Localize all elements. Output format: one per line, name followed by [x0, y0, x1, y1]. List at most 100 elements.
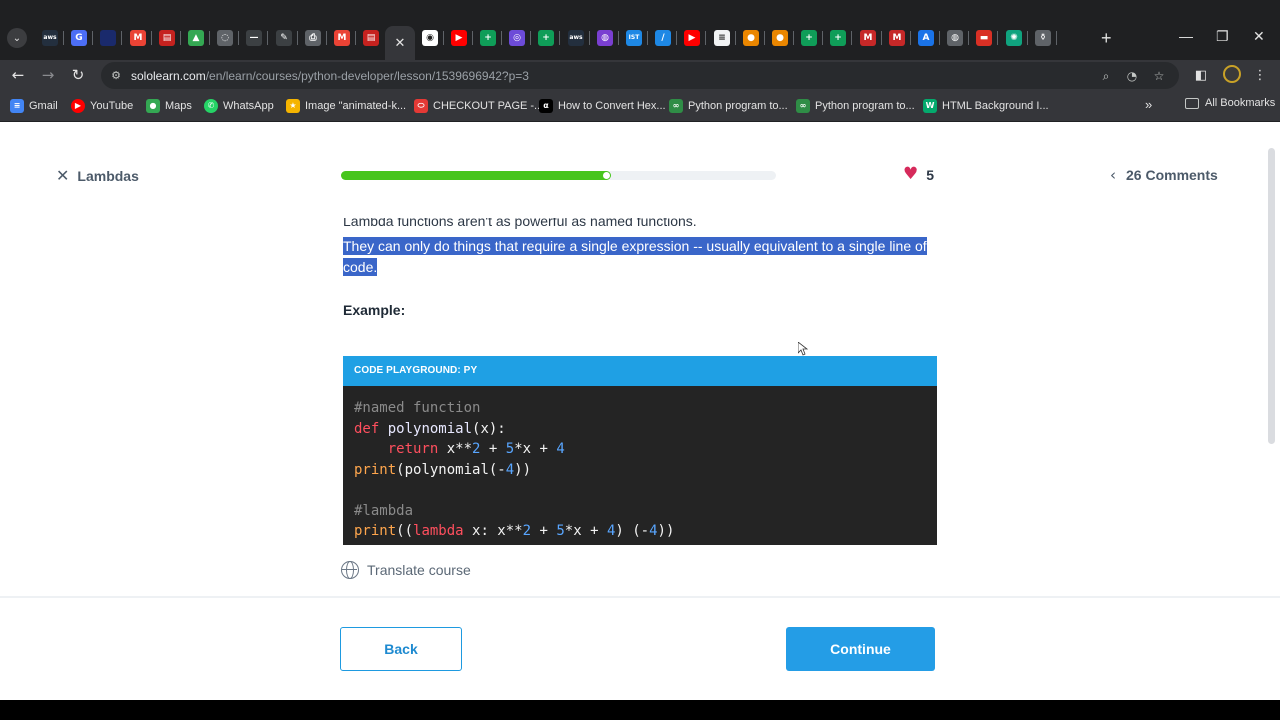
browser-tab[interactable]: ◍ — [941, 26, 969, 50]
more-bookmarks-button[interactable]: » — [1145, 97, 1152, 112]
browser-tab[interactable]: G — [65, 26, 93, 50]
g-circle-icon: G — [71, 30, 87, 46]
browser-tab[interactable]: aws — [562, 26, 590, 50]
compass-icon: ◌ — [217, 30, 233, 46]
continue-button[interactable]: Continue — [786, 627, 935, 671]
back-nav-button[interactable]: ← — [8, 65, 28, 85]
progress-knob — [603, 172, 610, 179]
tab-separator — [910, 31, 911, 45]
bookmark-star-icon[interactable]: ☆ — [1151, 68, 1167, 84]
browser-tab[interactable]: ▲ — [182, 26, 210, 50]
folder-icon — [1185, 97, 1199, 109]
new-tab-button[interactable]: + — [1101, 29, 1112, 47]
browser-tab[interactable]: A — [912, 26, 940, 50]
zoom-icon[interactable]: ⌕ — [1098, 68, 1114, 84]
code-text: + — [531, 523, 557, 539]
side-panel-icon[interactable]: ◧ — [1191, 65, 1211, 85]
double-chevron-icon: » — [1145, 97, 1153, 112]
browser-tab[interactable]: ◉ — [416, 26, 444, 50]
browser-tab[interactable]: + — [824, 26, 852, 50]
browser-tab[interactable]: ∕ — [649, 26, 677, 50]
code-text: *x + — [564, 523, 607, 539]
bookmark-item[interactable]: ● Maps — [146, 97, 192, 115]
performance-icon[interactable]: ◔ — [1124, 68, 1140, 84]
close-window-button[interactable]: ✕ — [1253, 28, 1265, 45]
browser-tab[interactable]: M — [854, 26, 882, 50]
browser-tab[interactable]: + — [532, 26, 560, 50]
minimize-button[interactable]: — — [1179, 28, 1193, 44]
browser-tab[interactable]: ⚱ — [1029, 26, 1057, 50]
back-button[interactable]: Back — [340, 627, 462, 671]
bookmark-item[interactable]: ∞ Python program to... — [669, 97, 788, 115]
browser-tab[interactable]: + — [795, 26, 823, 50]
maps-pin-icon: ● — [772, 30, 788, 46]
reload-button[interactable]: ↻ — [68, 65, 88, 85]
address-bar[interactable]: ⚙ sololearn.com/en/learn/courses/python-… — [101, 62, 1179, 89]
sololearn-icon: ◉ — [422, 30, 438, 46]
bookmark-item[interactable]: ★ Image "animated-k... — [286, 97, 406, 115]
tab-separator — [939, 31, 940, 45]
site-info-icon[interactable]: ⚙ — [109, 68, 123, 82]
code-block[interactable]: #named function def polynomial(x): retur… — [343, 386, 937, 542]
bookmark-item[interactable]: ▶ YouTube — [71, 97, 133, 115]
browser-tab[interactable]: + — [474, 26, 502, 50]
browser-tab[interactable]: IST — [620, 26, 648, 50]
browser-tab[interactable]: ◎ — [503, 26, 531, 50]
browser-tab[interactable]: ◍ — [591, 26, 619, 50]
browser-tab[interactable]: ▤ — [153, 26, 181, 50]
browser-tab[interactable]: ✎ — [270, 26, 298, 50]
browser-tab[interactable]: ◌ — [211, 26, 239, 50]
purple-shield-icon: ◍ — [597, 30, 613, 46]
code-playground[interactable]: CODE PLAYGROUND: PY #named function def … — [343, 356, 937, 545]
forward-nav-button[interactable]: → — [38, 65, 58, 85]
close-lesson-button[interactable]: ✕ Lambdas — [56, 166, 139, 185]
code-text: (x): — [472, 420, 506, 437]
page-scrollbar[interactable] — [1268, 148, 1275, 444]
bookmark-item[interactable]: ∞ Python program to... — [796, 97, 915, 115]
bookmark-item[interactable]: W HTML Background I... — [923, 97, 1049, 115]
bookmarks-bar: ≡ Gmail ▶ YouTube ● Maps ✆ WhatsApp ★ Image "anim… — [0, 90, 1280, 122]
browser-tab[interactable]: ● — [737, 26, 765, 50]
all-bookmarks-label: All Bookmarks — [1205, 97, 1276, 109]
hearts-counter[interactable]: ♥ 5 — [903, 166, 934, 183]
translate-course-button[interactable]: Translate course — [341, 561, 471, 579]
active-tab[interactable]: ✕ — [385, 26, 415, 60]
browser-tab[interactable]: ≡ — [708, 26, 736, 50]
browser-tab[interactable]: M — [328, 26, 356, 50]
bookmark-item[interactable]: ≡ Gmail — [10, 97, 58, 115]
browser-tab[interactable]: ▬ — [970, 26, 998, 50]
tab-search-button[interactable]: ⌄ — [7, 28, 27, 48]
all-bookmarks-button[interactable]: All Bookmarks — [1185, 97, 1275, 109]
m-red-icon: M — [889, 30, 905, 46]
profile-avatar[interactable] — [1223, 65, 1241, 83]
browser-tab[interactable]: ✺ — [1000, 26, 1028, 50]
sheets-icon: + — [801, 30, 817, 46]
browser-tab[interactable] — [94, 26, 122, 50]
tab-separator — [443, 31, 444, 45]
comments-button[interactable]: ‹ 26 Comments — [1110, 166, 1218, 184]
browser-tab[interactable]: ▶ — [445, 26, 473, 50]
code-text: *x + — [514, 441, 557, 457]
comments-label: 26 Comments — [1126, 167, 1218, 183]
tab-separator — [705, 31, 706, 45]
bookmark-item[interactable]: ⬭ CHECKOUT PAGE -... — [414, 97, 543, 115]
browser-tab[interactable]: — — [240, 26, 268, 50]
browser-tab[interactable]: M — [124, 26, 152, 50]
tab-separator — [822, 31, 823, 45]
browser-tab[interactable]: ▶ — [678, 26, 706, 50]
browser-tab[interactable]: ▤ — [357, 26, 385, 50]
browser-tab[interactable]: M — [883, 26, 911, 50]
sheets-icon: + — [830, 30, 846, 46]
whatsapp-icon: ✆ — [204, 99, 218, 113]
menu-kebab-icon[interactable]: ⋮ — [1250, 65, 1270, 85]
browser-tab[interactable]: ⎙ — [299, 26, 327, 50]
tab-separator — [793, 31, 794, 45]
browser-tab[interactable]: aws — [36, 26, 64, 50]
restore-button[interactable]: ❐ — [1216, 28, 1229, 45]
bookmark-item[interactable]: α How to Convert Hex... — [539, 97, 666, 115]
browser-tab[interactable]: ● — [766, 26, 794, 50]
lesson-title: Lambdas — [77, 167, 139, 184]
bookmark-item[interactable]: ✆ WhatsApp — [204, 97, 274, 115]
gmail-icon: M — [130, 30, 146, 46]
maps-pin-icon: ● — [146, 99, 160, 113]
